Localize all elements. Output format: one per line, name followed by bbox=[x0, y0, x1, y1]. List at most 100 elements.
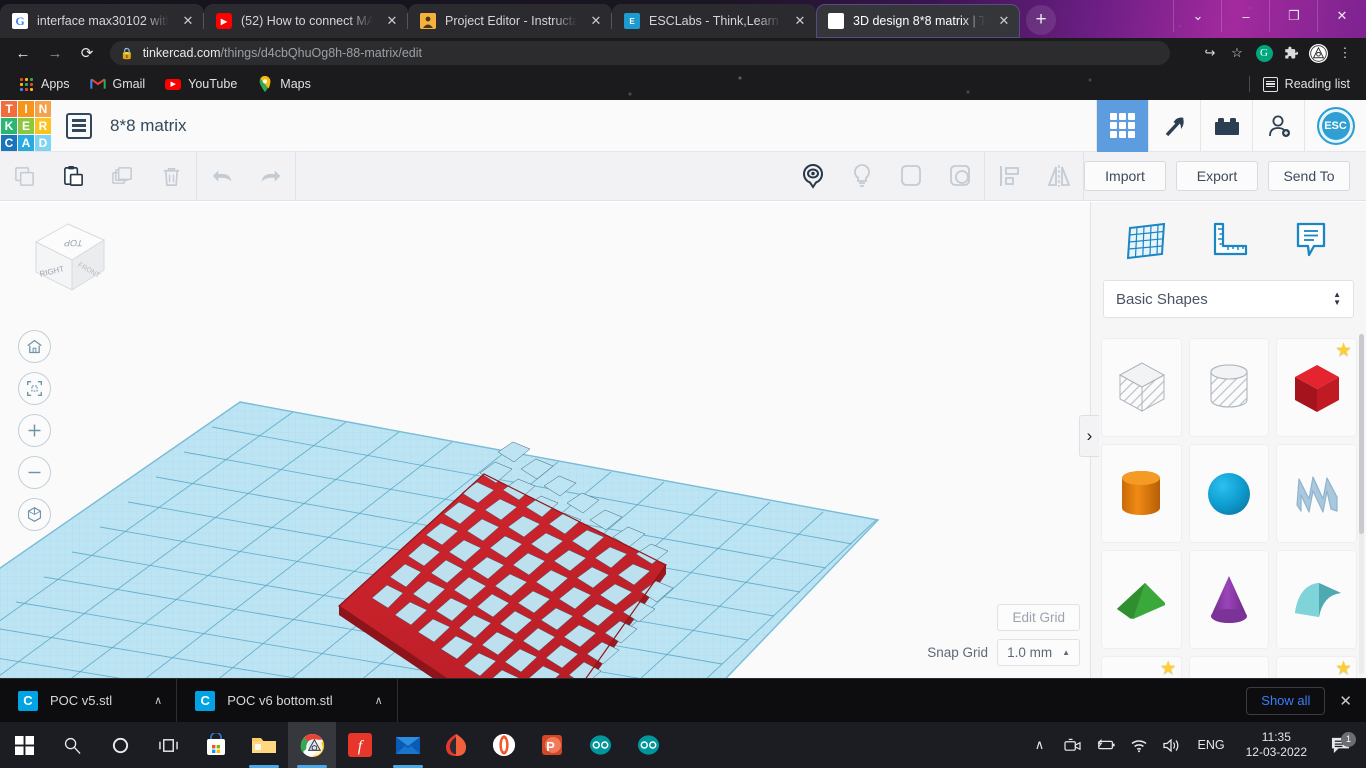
mirror-button[interactable] bbox=[1034, 152, 1083, 201]
tab-notes[interactable] bbox=[1282, 212, 1340, 270]
search-button[interactable] bbox=[48, 722, 96, 768]
shape-pyramid[interactable] bbox=[1101, 550, 1182, 649]
app-red-button[interactable] bbox=[432, 722, 480, 768]
duplicate-button[interactable] bbox=[98, 152, 147, 201]
close-icon[interactable]: ✕ bbox=[994, 11, 1014, 31]
shape-row4-1[interactable]: ★ bbox=[1101, 656, 1182, 678]
close-icon[interactable]: ✕ bbox=[178, 11, 198, 31]
task-view-button[interactable] bbox=[144, 722, 192, 768]
bookmark-apps[interactable]: Apps bbox=[10, 73, 78, 95]
clock[interactable]: 11:35 12-03-2022 bbox=[1236, 730, 1317, 760]
light-button[interactable] bbox=[837, 152, 886, 201]
cortana-button[interactable] bbox=[96, 722, 144, 768]
group-button[interactable] bbox=[886, 152, 935, 201]
edit-grid-button[interactable]: Edit Grid bbox=[997, 604, 1080, 631]
arduino-1-button[interactable] bbox=[576, 722, 624, 768]
export-button[interactable]: Export bbox=[1176, 161, 1258, 191]
close-shelf-icon[interactable]: ✕ bbox=[1339, 692, 1352, 710]
powerpoint-button[interactable]: P bbox=[528, 722, 576, 768]
shape-sphere[interactable] bbox=[1188, 444, 1270, 543]
language-indicator[interactable]: ENG bbox=[1190, 738, 1233, 752]
show-all-downloads-button[interactable]: Show all bbox=[1246, 686, 1326, 715]
maximize-button[interactable]: ❐ bbox=[1270, 0, 1318, 32]
close-icon[interactable]: ✕ bbox=[382, 11, 402, 31]
shape-row4-3[interactable]: ★ bbox=[1276, 656, 1357, 678]
download-item-0[interactable]: C POC v5.stl ∧ bbox=[0, 678, 178, 723]
panel-scrollbar-thumb[interactable] bbox=[1359, 334, 1364, 534]
fit-all-icon[interactable] bbox=[18, 372, 51, 405]
battery-icon[interactable] bbox=[1091, 722, 1121, 768]
share-icon[interactable]: ↪ bbox=[1197, 40, 1223, 66]
browser-tab-2[interactable]: Project Editor - Instructables ✕ bbox=[407, 4, 612, 38]
volume-icon[interactable] bbox=[1157, 722, 1187, 768]
bookmark-youtube[interactable]: ▶ YouTube bbox=[157, 73, 245, 95]
reading-list-button[interactable]: Reading list bbox=[1248, 76, 1356, 92]
visibility-button[interactable] bbox=[788, 152, 837, 201]
shape-scribble[interactable] bbox=[1276, 444, 1357, 543]
shape-box[interactable]: ★ bbox=[1276, 338, 1357, 437]
invite-user-button[interactable] bbox=[1252, 99, 1304, 152]
undo-button[interactable] bbox=[197, 152, 246, 201]
zoom-out-icon[interactable] bbox=[18, 456, 51, 489]
close-icon[interactable]: ✕ bbox=[790, 11, 810, 31]
minimize-button[interactable]: – bbox=[1222, 0, 1270, 32]
tab-workplane[interactable] bbox=[1117, 212, 1175, 270]
start-button[interactable] bbox=[0, 722, 48, 768]
bookmark-star-icon[interactable]: ☆ bbox=[1224, 40, 1250, 66]
view-cube[interactable]: TOP RIGHT FRONT bbox=[22, 216, 114, 308]
app-orange-button[interactable] bbox=[480, 722, 528, 768]
shape-cone[interactable] bbox=[1188, 550, 1270, 649]
ungroup-button[interactable] bbox=[935, 152, 984, 201]
arduino-2-button[interactable] bbox=[624, 722, 672, 768]
3d-viewport[interactable]: TOP RIGHT FRONT Edit Grid Snap Grid 1.0 … bbox=[0, 202, 1090, 678]
import-button[interactable]: Import bbox=[1084, 161, 1166, 191]
codeblocks-button[interactable] bbox=[1148, 99, 1200, 152]
extensions-puzzle-icon[interactable] bbox=[1278, 40, 1304, 66]
download-item-1[interactable]: C POC v6 bottom.stl ∧ bbox=[177, 678, 398, 723]
close-icon[interactable]: ✕ bbox=[586, 11, 606, 31]
panel-collapse-button[interactable]: › bbox=[1079, 415, 1099, 457]
shape-cylinder[interactable] bbox=[1101, 444, 1182, 543]
gallery-grid-button[interactable] bbox=[1096, 99, 1148, 152]
chrome-button[interactable] bbox=[288, 722, 336, 768]
tray-expand-icon[interactable]: ∧ bbox=[1025, 722, 1055, 768]
wifi-icon[interactable] bbox=[1124, 722, 1154, 768]
avatar-wrapper[interactable]: ESC bbox=[1304, 99, 1366, 152]
delete-button[interactable] bbox=[147, 152, 196, 201]
snap-grid-select[interactable]: 1.0 mm ▲ bbox=[997, 639, 1080, 666]
chevron-up-icon[interactable]: ∧ bbox=[154, 694, 162, 707]
camera-icon[interactable] bbox=[1058, 722, 1088, 768]
new-tab-button[interactable]: + bbox=[1026, 5, 1056, 35]
send-to-button[interactable]: Send To bbox=[1268, 161, 1350, 191]
shape-roof[interactable] bbox=[1276, 550, 1357, 649]
forward-icon[interactable]: → bbox=[40, 40, 70, 66]
shape-row4-2[interactable] bbox=[1188, 656, 1270, 678]
redo-button[interactable] bbox=[246, 152, 295, 201]
bookmark-gmail[interactable]: Gmail bbox=[82, 73, 154, 95]
bookmark-maps[interactable]: Maps bbox=[249, 73, 319, 95]
align-button[interactable] bbox=[985, 152, 1034, 201]
blocks-button[interactable] bbox=[1200, 99, 1252, 152]
design-list-icon[interactable] bbox=[66, 112, 92, 139]
browser-tab-3[interactable]: E ESCLabs - Think,Learn & Do ✕ bbox=[611, 4, 816, 38]
mail-button[interactable] bbox=[384, 722, 432, 768]
chevron-down-icon[interactable]: ⌄ bbox=[1174, 0, 1222, 32]
profile-avatar-icon[interactable] bbox=[1305, 40, 1331, 66]
browser-menu-icon[interactable]: ⋮ bbox=[1332, 40, 1358, 66]
tinkercad-logo[interactable]: T I N K E R C A D bbox=[0, 100, 52, 152]
chevron-up-icon[interactable]: ∧ bbox=[375, 694, 383, 707]
close-window-button[interactable]: ✕ bbox=[1318, 0, 1366, 32]
notifications-button[interactable]: 1 bbox=[1320, 731, 1360, 755]
reload-icon[interactable]: ⟳ bbox=[72, 40, 102, 66]
app-f-button[interactable]: f bbox=[336, 722, 384, 768]
ortho-view-icon[interactable] bbox=[18, 498, 51, 531]
microsoft-store-button[interactable] bbox=[192, 722, 240, 768]
shape-library-select[interactable]: Basic Shapes ▲ ▼ bbox=[1103, 280, 1354, 318]
shape-cylinder-hole[interactable] bbox=[1188, 338, 1270, 437]
shape-box-hole[interactable] bbox=[1101, 338, 1182, 437]
browser-tab-1[interactable]: ▶ (52) How to connect MAX301 ✕ bbox=[203, 4, 408, 38]
file-explorer-button[interactable] bbox=[240, 722, 288, 768]
grammarly-extension-icon[interactable]: G bbox=[1251, 40, 1277, 66]
paste-button[interactable] bbox=[49, 152, 98, 201]
browser-tab-0[interactable]: G interface max30102 with ardu ✕ bbox=[0, 4, 204, 38]
